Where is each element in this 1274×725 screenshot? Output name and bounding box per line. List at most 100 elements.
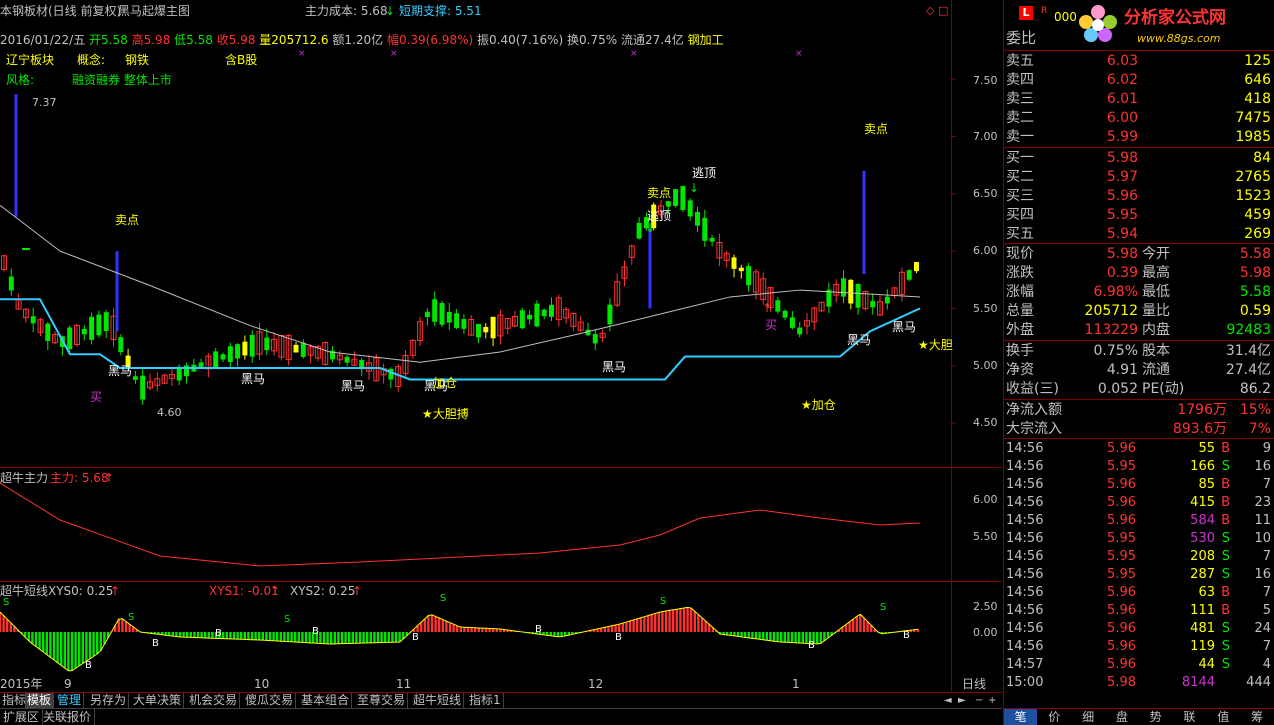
bid-row[interactable]: 买二 5.97 2765 [1004, 168, 1274, 186]
square-icon[interactable]: □ [938, 4, 948, 18]
bid-price: 5.95 [1106, 207, 1138, 223]
tick-time: 14:56 [1006, 495, 1044, 510]
tick-time: 14:56 [1006, 567, 1044, 582]
tab-template-3[interactable]: 另存为 [88, 693, 130, 708]
add-star-label: ★加仓 [801, 398, 836, 412]
tick-row: 14:56 5.96 415 B 23 [1004, 494, 1274, 512]
stock-code: 000 [1054, 10, 1077, 24]
tab-template-1[interactable]: 模板 [25, 693, 55, 708]
tick-volume: 530 [1190, 531, 1215, 546]
tab-template-7[interactable]: 基本组合 [299, 693, 353, 708]
tick-count: 9 [1262, 441, 1271, 456]
tick-count: 7 [1262, 549, 1271, 564]
ask-row[interactable]: 卖三 6.01 418 [1004, 90, 1274, 108]
tick-count: 7 [1262, 477, 1271, 492]
tick-price: 5.96 [1107, 621, 1136, 636]
tab-template-5[interactable]: 机会交易 [187, 693, 241, 708]
scroll-left-icon[interactable]: ◄ [944, 694, 952, 708]
bid-row[interactable]: 买五 5.94 269 [1004, 225, 1274, 243]
tick-price: 5.96 [1107, 585, 1136, 600]
candle-body [249, 334, 255, 357]
tick-time: 14:56 [1006, 441, 1044, 456]
scroll-right-icon[interactable]: ► [958, 694, 966, 708]
tick-volume: 166 [1190, 459, 1215, 474]
candle-body [103, 312, 109, 331]
tick-volume: 8144 [1181, 675, 1215, 690]
cross-mark-icon: × [630, 49, 638, 59]
ask-label: 卖四 [1006, 72, 1034, 88]
period-label[interactable]: 日线 [962, 677, 986, 691]
tab-template-2[interactable]: 管理 [55, 693, 85, 708]
tab-template-10[interactable]: 指标1 [467, 693, 504, 708]
right-tab-7[interactable]: 筹 [1241, 709, 1274, 725]
tick-count: 16 [1254, 567, 1271, 582]
candle-body [424, 311, 430, 317]
right-tab-5[interactable]: 联 [1173, 709, 1206, 725]
price-axis-tick: 6.50 [973, 187, 998, 200]
bid-price: 5.97 [1106, 169, 1138, 185]
tick-time: 14:56 [1006, 621, 1044, 636]
brand-url: www.88gs.com [1137, 32, 1221, 45]
sub2-name[interactable]: 超牛短线 [0, 584, 48, 598]
tick-row: 14:56 5.96 63 B 7 [1004, 584, 1274, 602]
stat-value: 5.98 [1106, 246, 1138, 262]
low-price-label: 4.60 [157, 406, 182, 419]
signal-marker: B [152, 638, 159, 649]
bid-price: 5.96 [1106, 188, 1138, 204]
zoom-out-icon[interactable]: − [975, 694, 983, 708]
tick-count: 4 [1262, 657, 1271, 672]
bid-row[interactable]: 买三 5.96 1523 [1004, 187, 1274, 205]
candle-body [906, 270, 912, 280]
stat-value: 4.91 [1106, 362, 1138, 378]
candle-body [439, 303, 445, 325]
bid-label: 买三 [1006, 188, 1034, 204]
right-tab-2[interactable]: 细 [1072, 709, 1105, 725]
tab-extension[interactable]: 扩展区 [0, 709, 44, 725]
bid-row[interactable]: 买四 5.95 459 [1004, 206, 1274, 224]
candle-body [855, 283, 861, 308]
bid-label: 买四 [1006, 207, 1034, 223]
bid-row[interactable]: 买一 5.98 84 [1004, 149, 1274, 167]
tab-template-8[interactable]: 至尊交易 [355, 693, 409, 708]
diamond-icon[interactable]: ◇ [926, 4, 934, 18]
right-tab-0[interactable]: 笔 [1004, 709, 1037, 725]
ask-row[interactable]: 卖一 5.99 1985 [1004, 128, 1274, 146]
candle-body [132, 376, 138, 380]
tick-volume: 55 [1198, 441, 1215, 456]
tick-volume: 63 [1198, 585, 1215, 600]
sub2-xys0: XYS0: 0.25 [48, 584, 114, 598]
signal-marker: S [880, 602, 886, 613]
candle-body [264, 337, 270, 351]
tab-related-quote[interactable]: 关联报价 [40, 709, 96, 725]
candle-body [775, 300, 781, 312]
buy-label: 买 [90, 390, 103, 404]
sub1-axis-tick: 6.00 [973, 493, 998, 506]
right-tab-6[interactable]: 值 [1207, 709, 1240, 725]
stat-label: 收益(三) [1006, 381, 1059, 397]
tab-template-4[interactable]: 大单决策 [131, 693, 185, 708]
indicator-title[interactable]: 黑马起爆主图 [118, 4, 190, 18]
candle-body [636, 222, 642, 239]
zoom-in-icon[interactable]: + [988, 694, 996, 708]
candle-body [45, 323, 51, 341]
sub1-name[interactable]: 超牛主力 [0, 471, 48, 485]
tick-side: S [1221, 531, 1230, 546]
right-tab-3[interactable]: 盘 [1105, 709, 1138, 725]
signal-marker: B [85, 660, 92, 671]
tab-template-6[interactable]: 傻瓜交易 [243, 693, 297, 708]
quote-line: 2016/01/22/五 开5.58 高5.98 低5.58 收5.98 量20… [0, 33, 724, 47]
moving-average-line [0, 204, 921, 363]
candle-body [731, 257, 737, 269]
dark-horse-label: 黑马 [602, 360, 627, 374]
tick-row: 14:56 5.95 530 S 10 [1004, 530, 1274, 548]
right-tab-4[interactable]: 势 [1139, 709, 1172, 725]
tick-row: 15:00 5.98 8144 444 [1004, 674, 1274, 692]
right-tab-1[interactable]: 价 [1038, 709, 1071, 725]
ask-row[interactable]: 卖五 6.03 125 [1004, 52, 1274, 70]
stat-label: 今开 [1142, 246, 1170, 262]
tab-template-9[interactable]: 超牛短线 [411, 693, 465, 708]
candle-body [549, 304, 554, 317]
ask-row[interactable]: 卖四 6.02 646 [1004, 71, 1274, 89]
ask-row[interactable]: 卖二 6.00 7475 [1004, 109, 1274, 127]
up-arrow-icon: ↑ [104, 471, 115, 485]
